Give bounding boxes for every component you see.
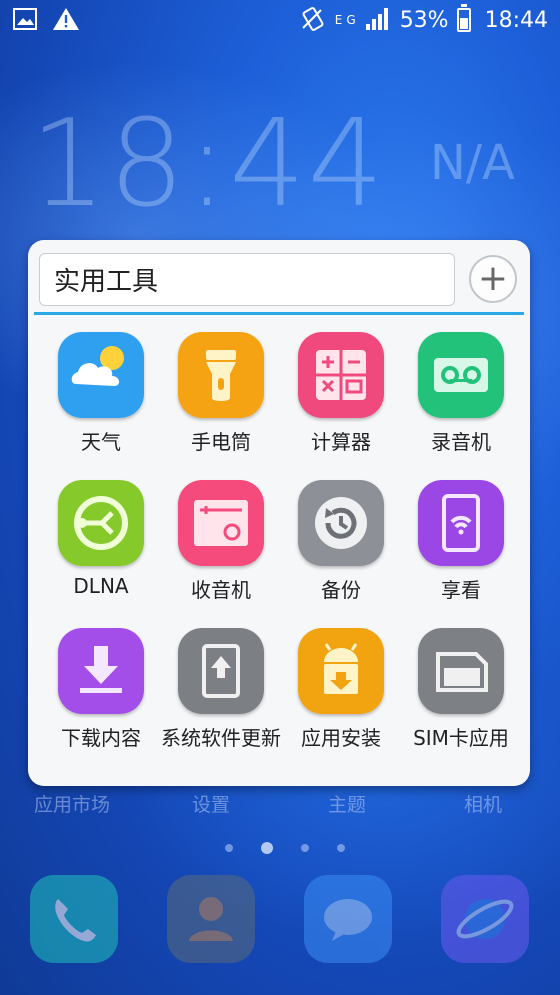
vibrate-icon (299, 6, 327, 34)
app-label: 收音机 (191, 578, 251, 602)
app-sim-toolkit[interactable]: SIM卡应用 (401, 628, 521, 751)
page-dot-active[interactable] (261, 842, 273, 854)
folder-panel: 实用工具 + 天气 手电筒 计算器 录音机 DLNA 收音机 备份 享看 下载内… (28, 240, 530, 786)
app-label: 享看 (441, 578, 481, 602)
messages-icon (324, 899, 372, 941)
status-bar: E G 53% 18:44 (0, 0, 560, 40)
flashlight-icon (178, 332, 264, 418)
app-backup[interactable]: 备份 (281, 480, 401, 603)
app-video[interactable]: 享看 (401, 480, 521, 603)
app-label: 备份 (321, 578, 361, 602)
plus-icon: + (477, 258, 509, 299)
divider (34, 312, 524, 315)
installer-icon (298, 628, 384, 714)
recorder-icon (418, 332, 504, 418)
contacts-icon (189, 897, 233, 941)
page-dot[interactable] (225, 844, 233, 852)
folder-name-field[interactable]: 实用工具 (39, 253, 455, 306)
app-dlna[interactable]: DLNA (41, 480, 161, 598)
app-installer[interactable]: 应用安装 (281, 628, 401, 751)
dock-messages[interactable] (304, 875, 392, 963)
backup-icon (298, 480, 384, 566)
calculator-icon (298, 332, 384, 418)
clock-widget[interactable]: 18:44 (30, 105, 386, 225)
page-indicator (225, 842, 345, 854)
gallery-notification-icon[interactable] (12, 6, 40, 34)
app-recorder[interactable]: 录音机 (401, 332, 521, 455)
battery-percent: 53% (399, 7, 449, 33)
battery-icon (456, 4, 471, 32)
video-icon (418, 480, 504, 566)
status-time: 18:44 (484, 7, 548, 33)
radio-icon (178, 480, 264, 566)
app-label: SIM卡应用 (413, 726, 509, 750)
app-system-update[interactable]: 系统软件更新 (161, 628, 281, 751)
signal-icon (364, 6, 392, 34)
app-label: 下载内容 (61, 726, 141, 750)
app-label: 应用安装 (301, 726, 381, 750)
network-type-g: G (346, 13, 356, 27)
browser-icon (456, 899, 514, 939)
dlna-icon (58, 480, 144, 566)
warning-icon[interactable] (52, 6, 80, 34)
page-dot[interactable] (337, 844, 345, 852)
app-label: 录音机 (431, 430, 491, 454)
dock-contacts[interactable] (167, 875, 255, 963)
folder-title: 实用工具 (54, 267, 159, 297)
page-dot[interactable] (301, 844, 309, 852)
app-calculator[interactable]: 计算器 (281, 332, 401, 455)
app-label: 天气 (81, 430, 121, 454)
dock-phone[interactable] (30, 875, 118, 963)
app-flashlight[interactable]: 手电筒 (161, 332, 281, 455)
download-icon (58, 628, 144, 714)
app-label: DLNA (73, 574, 129, 598)
home-app-label[interactable]: 设置 (192, 790, 230, 817)
weather-widget[interactable]: N/A (430, 135, 515, 191)
update-icon (178, 628, 264, 714)
app-weather[interactable]: 天气 (41, 332, 161, 455)
add-app-button[interactable]: + (469, 255, 517, 303)
sim-icon (418, 628, 504, 714)
app-label: 计算器 (311, 430, 371, 454)
app-label: 系统软件更新 (161, 726, 281, 750)
weather-icon (58, 332, 144, 418)
home-app-label[interactable]: 主题 (328, 790, 366, 817)
dock-browser[interactable] (441, 875, 529, 963)
network-type-e: E (334, 13, 343, 27)
app-downloads[interactable]: 下载内容 (41, 628, 161, 751)
app-label: 手电筒 (191, 430, 251, 454)
home-app-label[interactable]: 相机 (464, 790, 502, 817)
phone-icon (55, 899, 96, 942)
app-radio[interactable]: 收音机 (161, 480, 281, 603)
home-app-label[interactable]: 应用市场 (34, 790, 110, 817)
